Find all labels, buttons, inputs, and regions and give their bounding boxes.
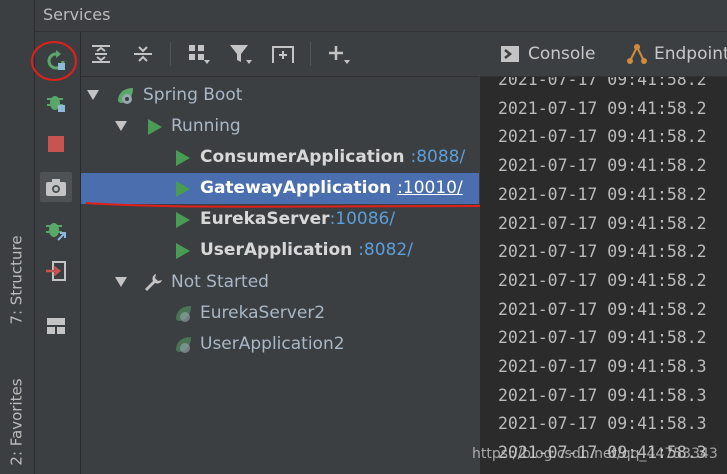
log-line: 2021-07-17 09:41:58.2 xyxy=(498,77,707,89)
tree-node-service-idle[interactable]: EurekaServer2 xyxy=(81,298,479,329)
wrench-icon xyxy=(145,274,162,291)
service-name: UserApplication xyxy=(200,240,353,260)
favorites-tool-tab[interactable]: 2: Favorites xyxy=(2,370,32,474)
console-output[interactable]: 2021-07-17 09:41:58.2 2021-07-17 09:41:58… xyxy=(480,77,727,474)
group-by-button[interactable] xyxy=(185,40,213,68)
tree-toolbar xyxy=(81,32,479,77)
services-header: Services xyxy=(35,0,727,32)
favorites-tab-label: 2: Favorites xyxy=(8,378,26,466)
expand-all-icon xyxy=(92,45,110,63)
exit-icon xyxy=(46,261,66,281)
service-name: EurekaServer2 xyxy=(200,303,326,323)
log-line: 2021-07-17 09:41:58.2 xyxy=(498,127,707,147)
attach-debugger-button[interactable] xyxy=(40,216,72,246)
service-port-link[interactable]: :10086/ xyxy=(330,209,396,229)
tree-label: Not Started xyxy=(171,272,269,292)
tree-node-not-started[interactable]: Not Started xyxy=(81,267,479,298)
debug-icon xyxy=(47,96,65,112)
rerun-icon xyxy=(47,50,65,70)
log-line: 2021-07-17 09:41:58.2 xyxy=(498,98,707,118)
tree-node-service[interactable]: UserApplication :8082/ xyxy=(81,235,479,266)
service-port-link[interactable]: :8088/ xyxy=(410,147,465,167)
tree-node-service[interactable]: EurekaServer:10086/ xyxy=(81,204,479,235)
service-label: UserApplication :8082/ xyxy=(200,240,413,260)
rerun-button[interactable] xyxy=(40,46,72,76)
collapse-all-button[interactable] xyxy=(129,40,157,68)
tree-label: Spring Boot xyxy=(143,85,243,105)
run-icon xyxy=(148,119,162,135)
expand-chevron-icon[interactable] xyxy=(115,277,127,287)
filter-icon xyxy=(230,45,252,64)
service-label: GatewayApplication :10010/ xyxy=(200,178,463,198)
log-line: 2021-07-17 09:41:58.2 xyxy=(498,156,707,176)
spring-boot-icon xyxy=(176,337,191,353)
collapse-all-icon xyxy=(134,46,152,62)
watermark: https://blog.csdn.net/qq_44753343 xyxy=(472,446,718,462)
console-tab-bar: Console Endpoint xyxy=(480,32,727,77)
add-icon xyxy=(329,46,350,64)
snapshot-button[interactable] xyxy=(40,172,72,202)
service-label: ConsumerApplication :8088/ xyxy=(200,147,465,167)
structure-tool-tab[interactable]: 7: Structure xyxy=(2,210,32,350)
actions-toolbar xyxy=(35,32,81,474)
log-line: 2021-07-17 09:41:58.3 xyxy=(498,414,707,434)
new-tab-button[interactable] xyxy=(269,40,297,68)
debug-button[interactable] xyxy=(40,87,72,117)
expand-all-button[interactable] xyxy=(87,40,115,68)
tool-window-strip: 7: Structure 2: Favorites xyxy=(0,0,35,474)
stop-icon xyxy=(48,136,64,152)
expand-chevron-icon[interactable] xyxy=(87,90,99,100)
service-port-link[interactable]: :10010/ xyxy=(397,178,463,198)
layout-icon xyxy=(47,318,65,334)
filter-button[interactable] xyxy=(227,40,255,68)
tab-endpoints[interactable]: Endpoint xyxy=(626,32,727,76)
tree-node-service-selected[interactable]: GatewayApplication :10010/ xyxy=(81,173,479,204)
group-by-icon xyxy=(189,45,210,64)
spring-boot-icon xyxy=(118,88,133,104)
service-name: GatewayApplication xyxy=(200,178,392,198)
stop-button[interactable] xyxy=(40,129,72,159)
tab-label: Endpoint xyxy=(654,44,727,64)
structure-tab-label: 7: Structure xyxy=(8,235,26,325)
toolbar-separator xyxy=(310,42,311,66)
log-line: 2021-07-17 09:41:58.2 xyxy=(498,328,707,348)
run-icon xyxy=(176,243,190,259)
service-name: EurekaServer xyxy=(200,209,330,229)
tree-node-spring-boot[interactable]: Spring Boot xyxy=(81,80,479,111)
add-service-button[interactable] xyxy=(325,40,353,68)
new-tab-icon xyxy=(272,46,294,63)
endpoints-icon xyxy=(627,44,647,64)
tree-node-service[interactable]: ConsumerApplication :8088/ xyxy=(81,142,479,173)
attach-debugger-icon xyxy=(46,223,66,241)
toolbar-separator xyxy=(170,42,171,66)
log-line: 2021-07-17 09:41:58.3 xyxy=(498,385,707,405)
log-line: 2021-07-17 09:41:58.2 xyxy=(498,242,707,262)
run-icon xyxy=(176,150,190,166)
services-tree: Spring Boot Running ConsumerApplication … xyxy=(81,77,479,474)
tab-console[interactable]: Console xyxy=(500,32,596,76)
service-name: ConsumerApplication xyxy=(200,147,405,167)
console-icon xyxy=(501,46,519,62)
service-label: EurekaServer:10086/ xyxy=(200,209,395,229)
log-line: 2021-07-17 09:41:58.3 xyxy=(498,357,707,376)
tree-label: Running xyxy=(171,116,241,136)
service-port-link[interactable]: :8082/ xyxy=(358,240,413,260)
expand-chevron-icon[interactable] xyxy=(115,121,127,131)
tab-label: Console xyxy=(528,44,596,64)
run-icon xyxy=(176,212,190,228)
layout-button[interactable] xyxy=(40,311,72,341)
run-icon xyxy=(176,181,190,197)
log-line: 2021-07-17 09:41:58.2 xyxy=(498,184,707,204)
log-line: 2021-07-17 09:41:58.2 xyxy=(498,270,707,290)
panel-title: Services xyxy=(43,5,111,24)
log-line: 2021-07-17 09:41:58.2 xyxy=(498,213,707,233)
tree-node-service-idle[interactable]: UserApplication2 xyxy=(81,329,479,360)
camera-icon xyxy=(46,179,66,196)
tree-node-running[interactable]: Running xyxy=(81,111,479,142)
service-name: UserApplication2 xyxy=(200,334,345,354)
exit-button[interactable] xyxy=(40,256,72,286)
spring-boot-icon xyxy=(176,306,191,322)
log-line: 2021-07-17 09:41:58.2 xyxy=(498,299,707,319)
